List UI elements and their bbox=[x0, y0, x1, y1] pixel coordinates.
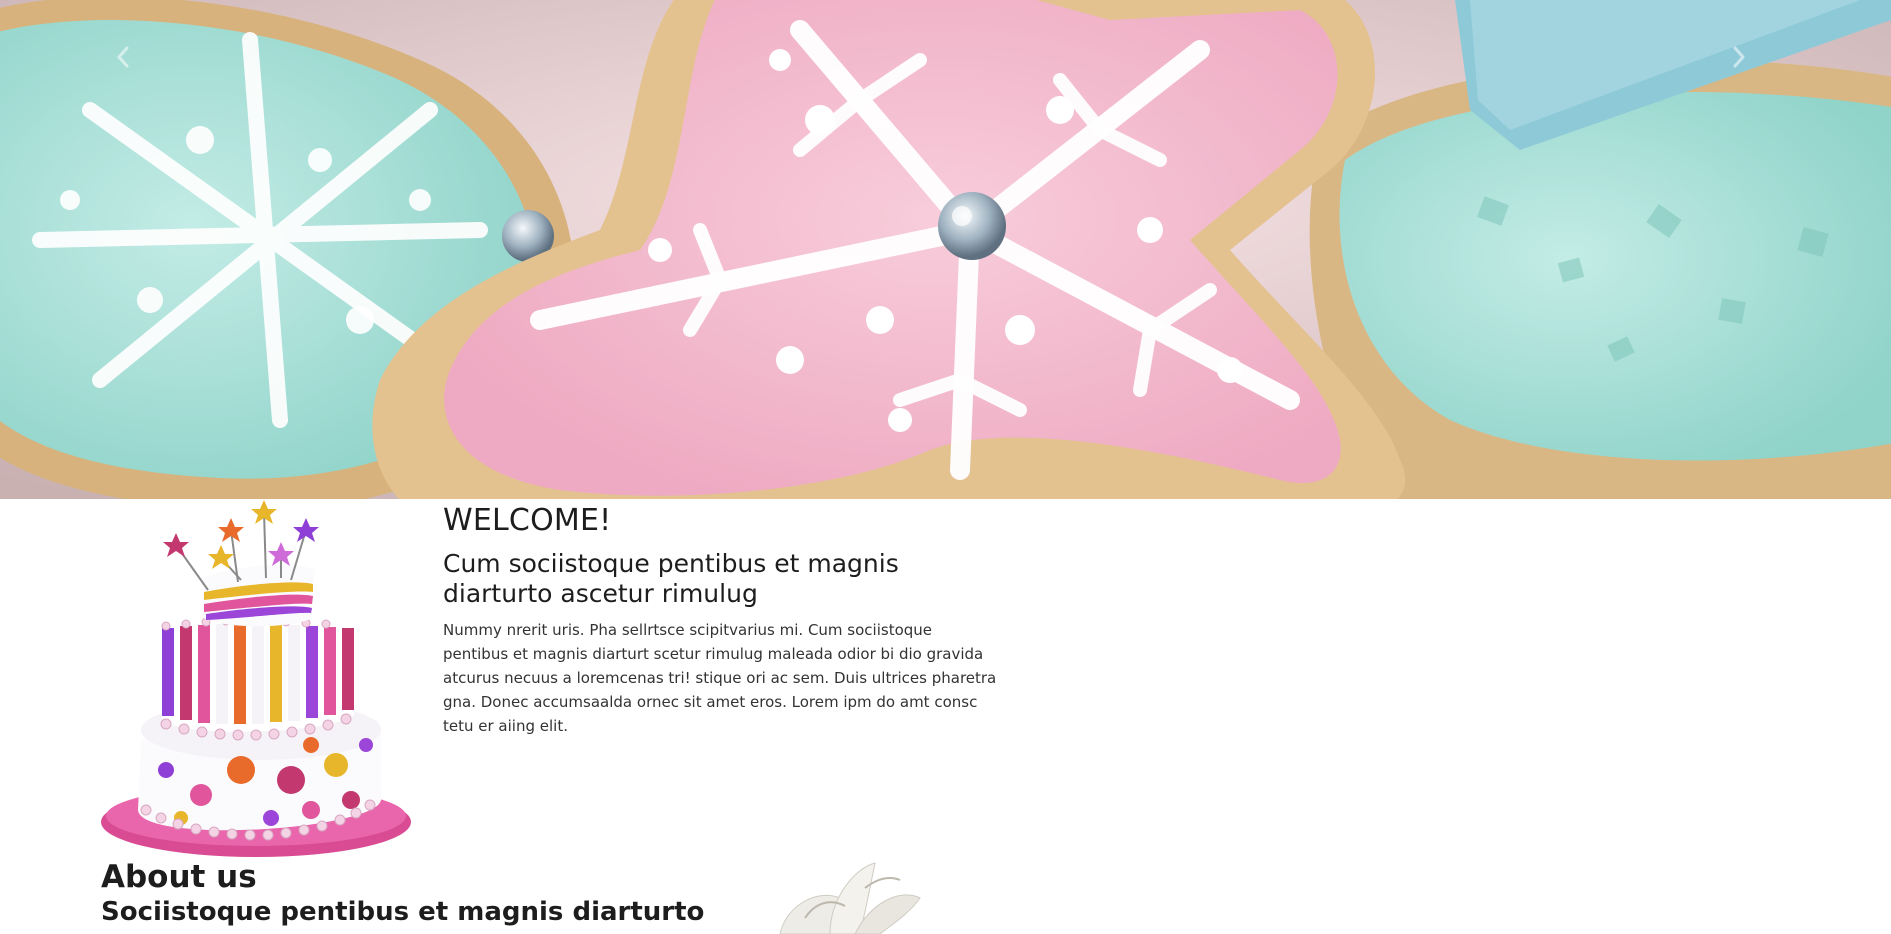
carousel-next-button[interactable] bbox=[1732, 46, 1772, 86]
welcome-section: WELCOME! Cum sociistoque pentibus et mag… bbox=[443, 500, 998, 738]
about-title: About us bbox=[101, 859, 257, 895]
gift-bow-image bbox=[779, 862, 921, 934]
birthday-cake-image bbox=[101, 500, 411, 857]
chevron-left-icon bbox=[117, 46, 129, 68]
about-subtitle: Sociistoque pentibus et magnis diarturto bbox=[101, 897, 705, 927]
hero-carousel bbox=[0, 0, 1891, 499]
welcome-body-text: Nummy nrerit uris. Pha sellrtsce scipitv… bbox=[443, 621, 997, 735]
chevron-right-icon bbox=[1733, 46, 1745, 68]
welcome-subtitle: Cum sociistoque pentibus et magnis diart… bbox=[443, 549, 899, 608]
hero-cookies-image bbox=[0, 0, 1891, 499]
carousel-prev-button[interactable] bbox=[116, 46, 156, 86]
welcome-title: WELCOME! bbox=[443, 503, 612, 538]
